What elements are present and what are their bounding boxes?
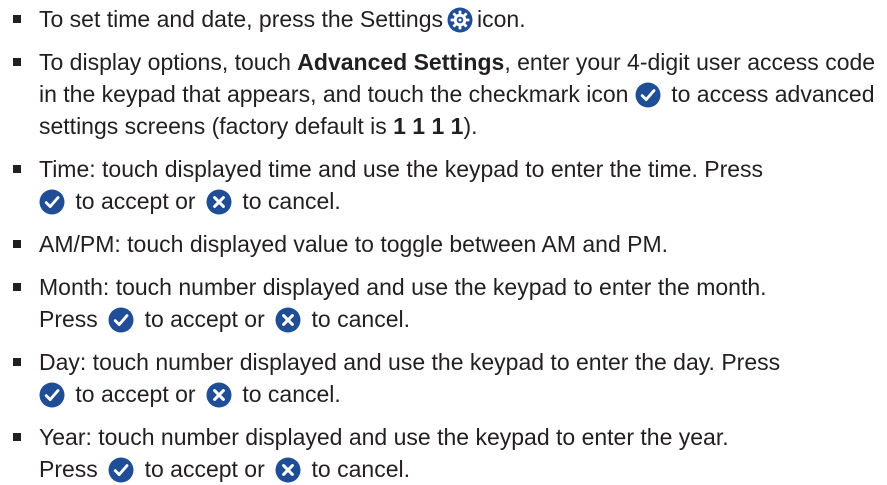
item-text: To set time and date, press the Settings <box>39 6 444 32</box>
list-item-year: Year: touch number displayed and use the… <box>12 421 887 485</box>
item-text: to accept or <box>144 306 265 332</box>
checkmark-icon <box>108 307 134 333</box>
item-text: AM/PM: touch displayed value to toggle b… <box>39 231 669 257</box>
list-item-time: Time: touch displayed time and use the k… <box>12 153 887 217</box>
x-cancel-icon <box>275 457 301 483</box>
x-cancel-icon <box>206 189 232 215</box>
item-text: To display options, touch <box>39 49 291 75</box>
item-text: icon. <box>477 6 526 32</box>
advanced-settings-label: Advanced Settings <box>297 49 505 75</box>
item-text: Time: touch displayed time and use the k… <box>39 156 764 182</box>
checkmark-icon <box>635 82 661 108</box>
item-text: Day: touch number displayed and use the … <box>39 349 781 375</box>
x-cancel-icon <box>275 307 301 333</box>
checkmark-icon <box>39 189 65 215</box>
item-text: Month: touch number displayed and use th… <box>39 274 767 300</box>
list-item-advanced-settings: To display options, touch Advanced Setti… <box>12 46 887 142</box>
item-text: to cancel. <box>311 456 410 482</box>
bullet-marker <box>13 240 21 248</box>
checkmark-icon <box>39 382 65 408</box>
bullet-marker <box>13 283 21 291</box>
list-item-day: Day: touch number displayed and use the … <box>12 346 887 410</box>
item-text: to cancel. <box>311 306 410 332</box>
item-text: to accept or <box>75 381 196 407</box>
bullet-marker <box>13 433 21 441</box>
bullet-marker <box>13 15 21 23</box>
bullet-marker <box>13 165 21 173</box>
item-text: Press <box>39 306 98 332</box>
item-text: ). <box>463 113 478 139</box>
x-cancel-icon <box>206 382 232 408</box>
item-text: to accept or <box>75 188 196 214</box>
instructions-page: To set time and date, press the Settings… <box>0 0 887 462</box>
factory-default-code: 1 1 1 1 <box>393 113 464 139</box>
item-text: to cancel. <box>242 381 341 407</box>
bullet-marker <box>13 58 21 66</box>
instruction-list: To set time and date, press the Settings… <box>12 3 887 485</box>
gear-icon <box>447 7 473 33</box>
list-item-am-pm: AM/PM: touch displayed value to toggle b… <box>12 228 887 260</box>
item-text: Year: touch number displayed and use the… <box>39 424 729 450</box>
item-text: to accept or <box>144 456 265 482</box>
list-item-month: Month: touch number displayed and use th… <box>12 271 887 335</box>
item-text: to cancel. <box>242 188 341 214</box>
item-text: Press <box>39 456 98 482</box>
list-item-settings: To set time and date, press the Settings… <box>12 3 887 35</box>
bullet-marker <box>13 358 21 366</box>
checkmark-icon <box>108 457 134 483</box>
